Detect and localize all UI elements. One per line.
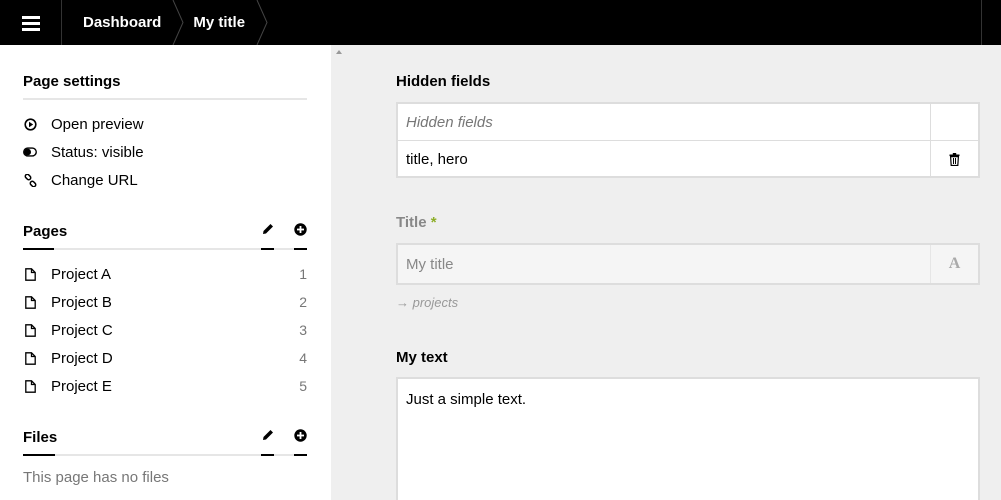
status-toggle-link[interactable]: Status: visible <box>23 138 307 166</box>
toggle-on-icon <box>23 145 37 159</box>
page-settings-list: Open preview Status: visible Change URL <box>23 110 307 194</box>
tool-underline <box>294 248 307 250</box>
tool-underline <box>261 248 274 250</box>
chain-link-icon <box>23 173 37 187</box>
text-field-label: My text <box>396 349 448 366</box>
hidden-fields-value[interactable]: title, hero <box>398 141 930 178</box>
hidden-fields-table: Hidden fields title, hero <box>396 102 980 178</box>
section-header: Pages <box>23 223 307 250</box>
breadcrumb-separator-icon <box>172 0 184 45</box>
table-row[interactable]: title, hero <box>398 141 978 178</box>
breadcrumb-separator-icon <box>256 0 268 45</box>
page-label: Project C <box>51 321 113 339</box>
breadcrumb-current-page[interactable]: My title <box>185 0 255 45</box>
file-icon <box>23 267 37 281</box>
page-label: Project B <box>51 293 112 311</box>
edit-pages-button[interactable] <box>261 223 274 250</box>
file-icon <box>23 323 37 337</box>
breadcrumb-dashboard[interactable]: Dashboard <box>62 0 171 45</box>
page-label: Project D <box>51 349 113 367</box>
arrow-right-icon: → <box>396 295 409 310</box>
list-item[interactable]: Project D 4 <box>23 344 307 372</box>
list-item-label: Change URL <box>51 171 138 189</box>
plus-circle-icon <box>294 223 307 236</box>
open-preview-link[interactable]: Open preview <box>23 110 307 138</box>
files-section: Files This page has no files <box>23 429 307 486</box>
pages-list: Project A 1 Project B 2 Project C 3 Proj… <box>23 260 307 400</box>
header-action-cell <box>930 104 978 140</box>
list-item[interactable]: Project A 1 <box>23 260 307 288</box>
section-header: Page settings <box>23 73 307 100</box>
plus-circle-icon <box>294 429 307 442</box>
no-files-message: This page has no files <box>23 469 169 486</box>
title-underline <box>23 248 54 250</box>
pencil-icon <box>262 224 273 234</box>
list-item[interactable]: Project B 2 <box>23 288 307 316</box>
section-tools <box>241 429 307 456</box>
tool-underline <box>294 454 307 456</box>
scroll-up-arrow-icon[interactable] <box>336 50 342 54</box>
required-marker: * <box>430 214 437 231</box>
list-item-label: Open preview <box>51 115 144 133</box>
table-header-row: Hidden fields <box>398 104 978 141</box>
top-bar: Dashboard My title <box>0 0 1001 45</box>
url-hint: → projects <box>396 295 458 310</box>
play-circle-icon <box>23 117 37 131</box>
file-icon <box>23 295 37 309</box>
tool-underline <box>261 454 274 456</box>
list-item[interactable]: Project C 3 <box>23 316 307 344</box>
page-number: 5 <box>299 378 307 394</box>
page-settings-section: Page settings Open preview Status: visib… <box>23 73 307 194</box>
breadcrumb-label: My title <box>193 14 246 31</box>
page-settings-title: Page settings <box>23 73 121 90</box>
text-textarea[interactable]: Just a simple text. <box>396 377 980 500</box>
page-label: Project A <box>51 265 112 283</box>
section-tools <box>241 223 307 250</box>
trash-icon <box>949 153 960 166</box>
title-input[interactable]: My title A <box>396 243 980 285</box>
file-icon <box>23 351 37 365</box>
delete-row-button[interactable] <box>930 141 978 178</box>
page-number: 2 <box>299 294 307 310</box>
files-title: Files <box>23 429 58 446</box>
page-number: 3 <box>299 322 307 338</box>
sidebar: Page settings Open preview Status: visib… <box>0 45 331 500</box>
section-header: Files <box>23 429 307 456</box>
file-icon <box>23 379 37 393</box>
label-text: Title <box>396 214 427 231</box>
hamburger-icon <box>21 15 40 31</box>
topbar-divider <box>981 0 982 45</box>
add-page-button[interactable] <box>294 223 307 250</box>
pencil-icon <box>262 430 273 440</box>
hidden-fields-label: Hidden fields <box>396 73 491 90</box>
menu-button[interactable] <box>0 0 62 45</box>
page-label: Project E <box>51 377 112 395</box>
list-item-label: Status: visible <box>51 143 144 161</box>
column-header: Hidden fields <box>406 113 493 131</box>
page-number: 4 <box>299 350 307 366</box>
change-url-link[interactable]: Change URL <box>23 166 307 194</box>
edit-files-button[interactable] <box>261 429 274 456</box>
add-file-button[interactable] <box>294 429 307 456</box>
title-field-label: Title * <box>396 214 437 231</box>
pages-title: Pages <box>23 223 68 240</box>
title-input-value[interactable]: My title <box>398 245 930 283</box>
title-underline <box>23 454 55 456</box>
text-format-icon: A <box>930 245 978 283</box>
page-number: 1 <box>299 266 307 282</box>
breadcrumb-label: Dashboard <box>83 14 162 31</box>
url-hint-text: projects <box>412 295 459 310</box>
list-item[interactable]: Project E 5 <box>23 372 307 400</box>
pages-section: Pages Project A 1 Project B 2 Project C … <box>23 223 307 400</box>
